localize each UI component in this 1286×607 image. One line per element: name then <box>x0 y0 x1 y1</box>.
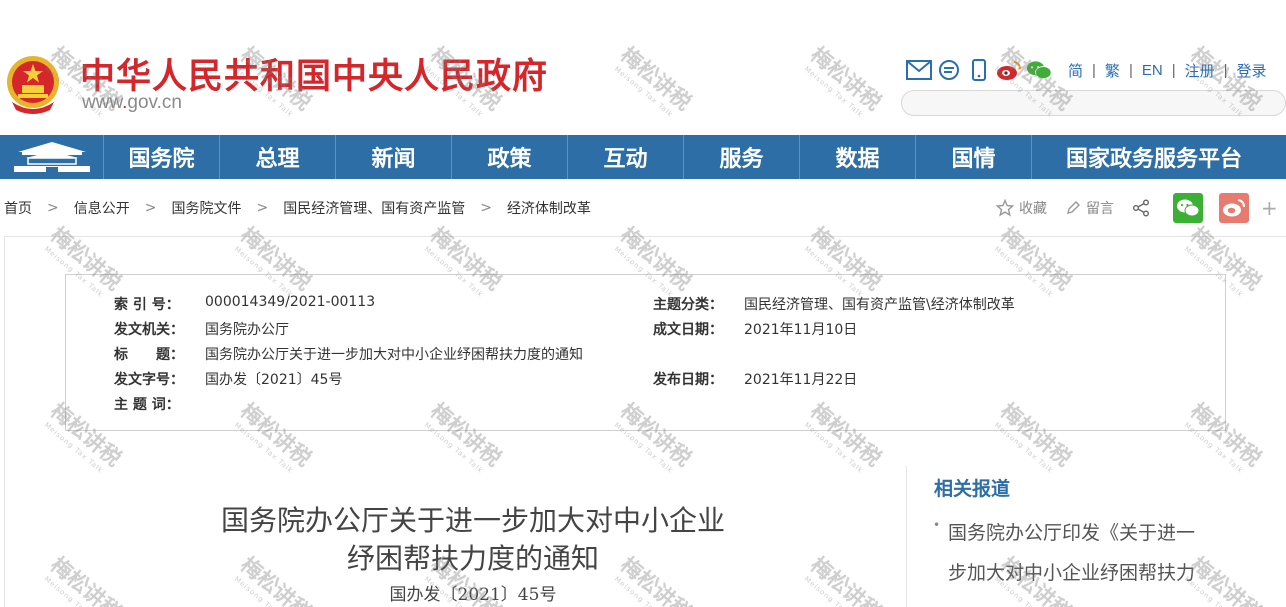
breadcrumb-economy-management[interactable]: 国民经济管理、国有资产监管 <box>283 198 465 218</box>
info-category: 主题分类： 国民经济管理、国有资产监管\经济体制改革 <box>653 294 1015 314</box>
top-icon-bar <box>906 56 1056 84</box>
breadcrumb-economic-reform[interactable]: 经济体制改革 <box>507 198 591 218</box>
info-issuer-value: 国务院办公厅 <box>205 322 289 338</box>
article-title-line2: 纾困帮扶力度的通知 <box>346 542 599 575</box>
favorite-button[interactable]: 收藏 <box>996 198 1047 218</box>
info-published-value: 2021年11月22日 <box>744 372 858 388</box>
link-separator: | <box>1223 62 1228 79</box>
info-docno: 发文字号： 国办发〔2021〕45号 <box>114 369 342 389</box>
star-icon <box>996 199 1014 217</box>
info-index: 索 引 号： 000014349/2021-00113 <box>114 294 375 314</box>
breadcrumb: 首页 > 信息公开 > 国务院文件 > 国民经济管理、国有资产监管 > 经济体制… <box>4 198 591 218</box>
related-reports-title: 相关报道 <box>934 478 1011 500</box>
link-login[interactable]: 登录 <box>1237 60 1267 81</box>
wechat-icon[interactable] <box>1026 57 1052 83</box>
nav-home[interactable] <box>0 135 104 179</box>
domain-name: gov <box>127 92 157 113</box>
info-created-label: 成文日期： <box>653 322 723 338</box>
nav-data[interactable]: 数据 <box>800 135 916 179</box>
link-separator: | <box>1092 62 1096 79</box>
article-tools: 收藏 留言 + <box>996 193 1278 223</box>
domain-suffix: .cn <box>156 92 182 113</box>
info-index-label: 索 引 号： <box>114 297 180 313</box>
share-weibo-button[interactable] <box>1219 193 1249 223</box>
related-item-line2: 步加大对中小企业纾困帮扶力 <box>948 562 1196 584</box>
message-icon[interactable] <box>936 57 962 83</box>
chevron-right-icon: > <box>480 200 492 216</box>
info-keywords-label: 主 题 词： <box>114 397 180 413</box>
share-icon <box>1133 199 1149 217</box>
link-separator: | <box>1171 62 1176 79</box>
info-title-label: 标 题： <box>114 347 184 363</box>
info-docno-label: 发文字号： <box>114 372 184 388</box>
comment-label: 留言 <box>1086 201 1114 217</box>
info-issuer: 发文机关： 国务院办公厅 <box>114 319 289 339</box>
link-english[interactable]: EN <box>1142 62 1163 79</box>
article-title-line1: 国务院办公厅关于进一步加大对中小企业 <box>220 504 725 537</box>
mobile-icon[interactable] <box>966 57 992 83</box>
info-title-value: 国务院办公厅关于进一步加大对中小企业纾困帮扶力度的通知 <box>205 347 583 363</box>
search-input[interactable] <box>901 90 1286 116</box>
breadcrumb-home[interactable]: 首页 <box>4 198 32 218</box>
link-simplified[interactable]: 简 <box>1068 60 1083 81</box>
pencil-icon <box>1067 201 1080 214</box>
related-divider <box>906 466 907 607</box>
related-item-link[interactable]: 国务院办公厅印发《关于进一 步加大对中小企业纾困帮扶力 <box>948 513 1220 593</box>
weibo-icon[interactable] <box>996 57 1022 83</box>
more-share-icon[interactable]: + <box>1261 196 1278 220</box>
chevron-right-icon: > <box>256 200 269 216</box>
share-button[interactable] <box>1132 199 1155 217</box>
nav-state-council[interactable]: 国务院 <box>104 135 220 179</box>
info-keywords: 主 题 词： <box>114 394 205 414</box>
breadcrumb-state-council-docs[interactable]: 国务院文件 <box>171 198 241 218</box>
nav-policy[interactable]: 政策 <box>452 135 568 179</box>
share-wechat-button[interactable] <box>1173 193 1203 223</box>
chevron-right-icon: > <box>144 200 157 216</box>
weibo-icon <box>1223 199 1245 217</box>
info-title: 标 题： 国务院办公厅关于进一步加大对中小企业纾困帮扶力度的通知 <box>114 344 583 364</box>
article-doc-number: 国办发〔2021〕45号 <box>389 585 557 605</box>
breadcrumb-info-public[interactable]: 信息公开 <box>74 198 130 218</box>
link-register[interactable]: 注册 <box>1185 60 1215 81</box>
info-published-label: 发布日期： <box>653 372 723 388</box>
nav-premier[interactable]: 总理 <box>220 135 336 179</box>
info-index-value: 000014349/2021-00113 <box>205 294 376 310</box>
link-traditional[interactable]: 繁 <box>1105 60 1120 81</box>
info-created: 成文日期： 2021年11月10日 <box>653 319 857 339</box>
wechat-icon <box>1177 199 1200 217</box>
main-nav: 国务院 总理 新闻 政策 互动 服务 数据 国情 国家政务服务平台 <box>0 135 1286 179</box>
nav-services[interactable]: 服务 <box>684 135 800 179</box>
national-emblem-icon[interactable] <box>4 54 62 114</box>
domain-prefix: www <box>82 92 123 113</box>
link-separator: | <box>1128 62 1133 79</box>
article-title: 国务院办公厅关于进一步加大对中小企业 纾困帮扶力度的通知 <box>150 502 796 578</box>
info-issuer-label: 发文机关： <box>114 322 184 338</box>
mail-icon[interactable] <box>906 57 932 83</box>
nav-gov-service-platform[interactable]: 国家政务服务平台 <box>1032 135 1260 179</box>
related-item-line1: 国务院办公厅印发《关于进一 <box>948 522 1196 544</box>
chevron-right-icon: > <box>47 200 59 216</box>
site-header: 中华人民共和国中央人民政府 www.gov.cn 简 | 繁 | EN | 注册… <box>0 0 1286 135</box>
comment-button[interactable]: 留言 <box>1065 198 1114 218</box>
tiananmen-icon <box>13 142 90 172</box>
bullet-icon: • <box>933 518 941 532</box>
top-links: 简 | 繁 | EN | 注册 | 登录 <box>1068 60 1267 81</box>
info-published: 发布日期： 2021年11月22日 <box>653 369 857 389</box>
favorite-label: 收藏 <box>1019 201 1047 217</box>
site-domain[interactable]: www.gov.cn <box>82 92 182 114</box>
info-category-value: 国民经济管理、国有资产监管\经济体制改革 <box>744 297 1015 313</box>
nav-news[interactable]: 新闻 <box>336 135 452 179</box>
info-created-value: 2021年11月10日 <box>744 322 858 338</box>
info-category-label: 主题分类： <box>653 297 723 313</box>
info-docno-value: 国办发〔2021〕45号 <box>205 372 343 388</box>
nav-interaction[interactable]: 互动 <box>568 135 684 179</box>
nav-national-info[interactable]: 国情 <box>916 135 1032 179</box>
